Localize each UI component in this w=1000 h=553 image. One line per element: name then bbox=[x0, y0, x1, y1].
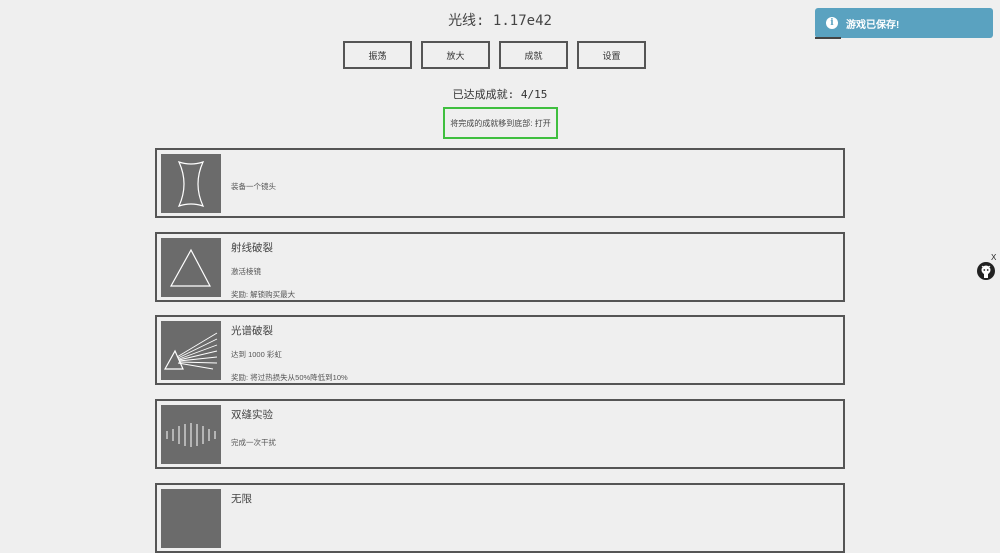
github-icon[interactable] bbox=[977, 262, 995, 280]
save-toast[interactable]: i 游戏已保存! bbox=[815, 8, 993, 38]
infinity-icon bbox=[161, 489, 221, 548]
info-icon: i bbox=[826, 17, 838, 29]
tab-amplify[interactable]: 放大 bbox=[421, 41, 490, 69]
achievement-title: 光谱破裂 bbox=[231, 325, 273, 337]
github-close-button[interactable]: X bbox=[991, 253, 996, 262]
achievement-card-lens: 装备一个镜头 bbox=[155, 148, 845, 218]
move-completed-toggle-button[interactable]: 将完成的成就移到底部: 打开 bbox=[443, 107, 558, 139]
achievement-card-spectrum-break: 光谱破裂 达到 1000 彩虹 奖励: 将过热损失从50%降低到10% bbox=[155, 315, 845, 385]
interference-icon bbox=[161, 405, 221, 464]
achievement-description: 装备一个镜头 bbox=[231, 182, 276, 191]
lens-icon bbox=[161, 154, 221, 213]
toast-message: 游戏已保存! bbox=[846, 19, 900, 31]
achievement-description: 完成一次干扰 bbox=[231, 438, 276, 447]
tab-settings[interactable]: 设置 bbox=[577, 41, 646, 69]
achievement-title: 射线破裂 bbox=[231, 242, 273, 254]
achievement-progress: 已达成成就: 4/15 bbox=[452, 88, 548, 101]
achievement-reward: 奖励: 将过热损失从50%降低到10% bbox=[231, 373, 348, 382]
achievement-title: 无限 bbox=[231, 493, 252, 505]
achievement-title: 双缝实验 bbox=[231, 409, 273, 421]
achievement-description: 激活棱镜 bbox=[231, 267, 261, 276]
achievement-card-ray-break: 射线破裂 激活棱镜 奖励: 解锁购买最大 bbox=[155, 232, 845, 302]
achievement-description: 达到 1000 彩虹 bbox=[231, 350, 282, 359]
tab-bar: 振荡 放大 成就 设置 bbox=[343, 41, 646, 69]
tab-achievements[interactable]: 成就 bbox=[499, 41, 568, 69]
achievement-reward: 奖励: 解锁购买最大 bbox=[231, 290, 296, 299]
achievement-card-infinite: 无限 bbox=[155, 483, 845, 553]
spectrum-icon bbox=[161, 321, 221, 380]
toast-progress-bar bbox=[815, 37, 841, 39]
achievement-card-double-slit: 双缝实验 完成一次干扰 bbox=[155, 399, 845, 469]
tab-oscillate[interactable]: 振荡 bbox=[343, 41, 412, 69]
prism-icon bbox=[161, 238, 221, 297]
